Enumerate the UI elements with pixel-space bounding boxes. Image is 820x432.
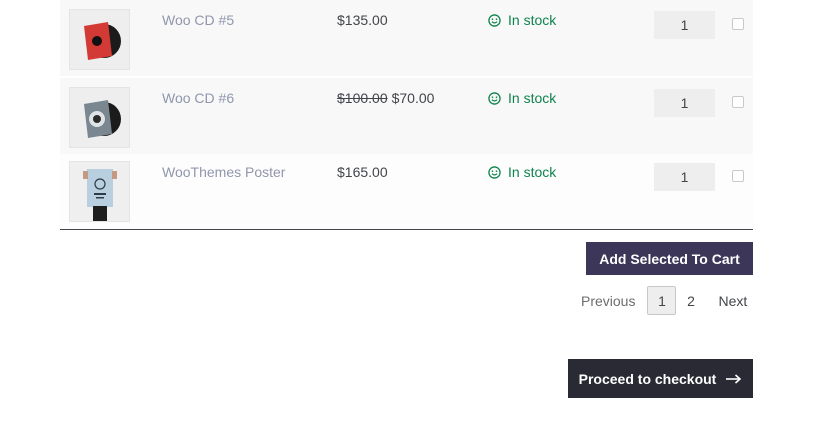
stock-label: In stock (508, 164, 557, 180)
pagination-next[interactable]: Next (718, 293, 747, 309)
table-row: Woo CD #5 $135.00 In stock (60, 0, 753, 78)
table-divider (60, 229, 753, 230)
product-thumbnail[interactable] (69, 9, 130, 70)
product-price: $135.00 (337, 12, 388, 28)
stock-label: In stock (508, 90, 557, 106)
product-price-current: $70.00 (391, 90, 435, 106)
checkout-label: Proceed to checkout (578, 370, 717, 387)
product-name-link[interactable]: WooThemes Poster (162, 164, 285, 180)
cd-grey-icon (70, 88, 129, 147)
arrow-right-icon (726, 373, 742, 384)
product-price-current: $135.00 (337, 12, 388, 28)
pagination-page[interactable]: 2 (676, 286, 705, 315)
select-checkbox[interactable] (732, 18, 744, 30)
product-name-link[interactable]: Woo CD #5 (162, 12, 234, 28)
product-thumbnail[interactable] (69, 161, 130, 222)
stock-status: In stock (488, 12, 556, 28)
pagination: Previous 1 2 Next (581, 286, 747, 315)
quantity-input[interactable] (654, 89, 715, 117)
pagination-page-current[interactable]: 1 (647, 286, 677, 315)
stock-status: In stock (488, 164, 556, 180)
product-table: Woo CD #5 $135.00 In stock Woo CD #6 $10… (60, 0, 753, 230)
smiley-icon (488, 165, 501, 179)
table-row: WooThemes Poster $165.00 In stock (60, 154, 753, 230)
product-thumbnail[interactable] (69, 87, 130, 148)
pagination-previous[interactable]: Previous (581, 293, 635, 309)
quantity-input[interactable] (654, 163, 715, 191)
cd-red-icon (70, 10, 129, 69)
quantity-input[interactable] (654, 11, 715, 39)
product-price: $100.00 $70.00 (337, 90, 434, 106)
stock-label: In stock (508, 12, 557, 28)
poster-icon (70, 162, 129, 221)
stock-status: In stock (488, 90, 556, 106)
select-checkbox[interactable] (732, 170, 744, 182)
proceed-to-checkout-button[interactable]: Proceed to checkout (568, 359, 753, 398)
product-price: $165.00 (337, 164, 388, 180)
select-checkbox[interactable] (732, 96, 744, 108)
add-selected-to-cart-button[interactable]: Add Selected To Cart (586, 242, 753, 275)
smiley-icon (488, 13, 501, 27)
product-price-original: $100.00 (337, 90, 388, 106)
smiley-icon (488, 91, 501, 105)
product-price-current: $165.00 (337, 164, 388, 180)
table-row: Woo CD #6 $100.00 $70.00 In stock (60, 76, 753, 154)
product-name-link[interactable]: Woo CD #6 (162, 90, 234, 106)
